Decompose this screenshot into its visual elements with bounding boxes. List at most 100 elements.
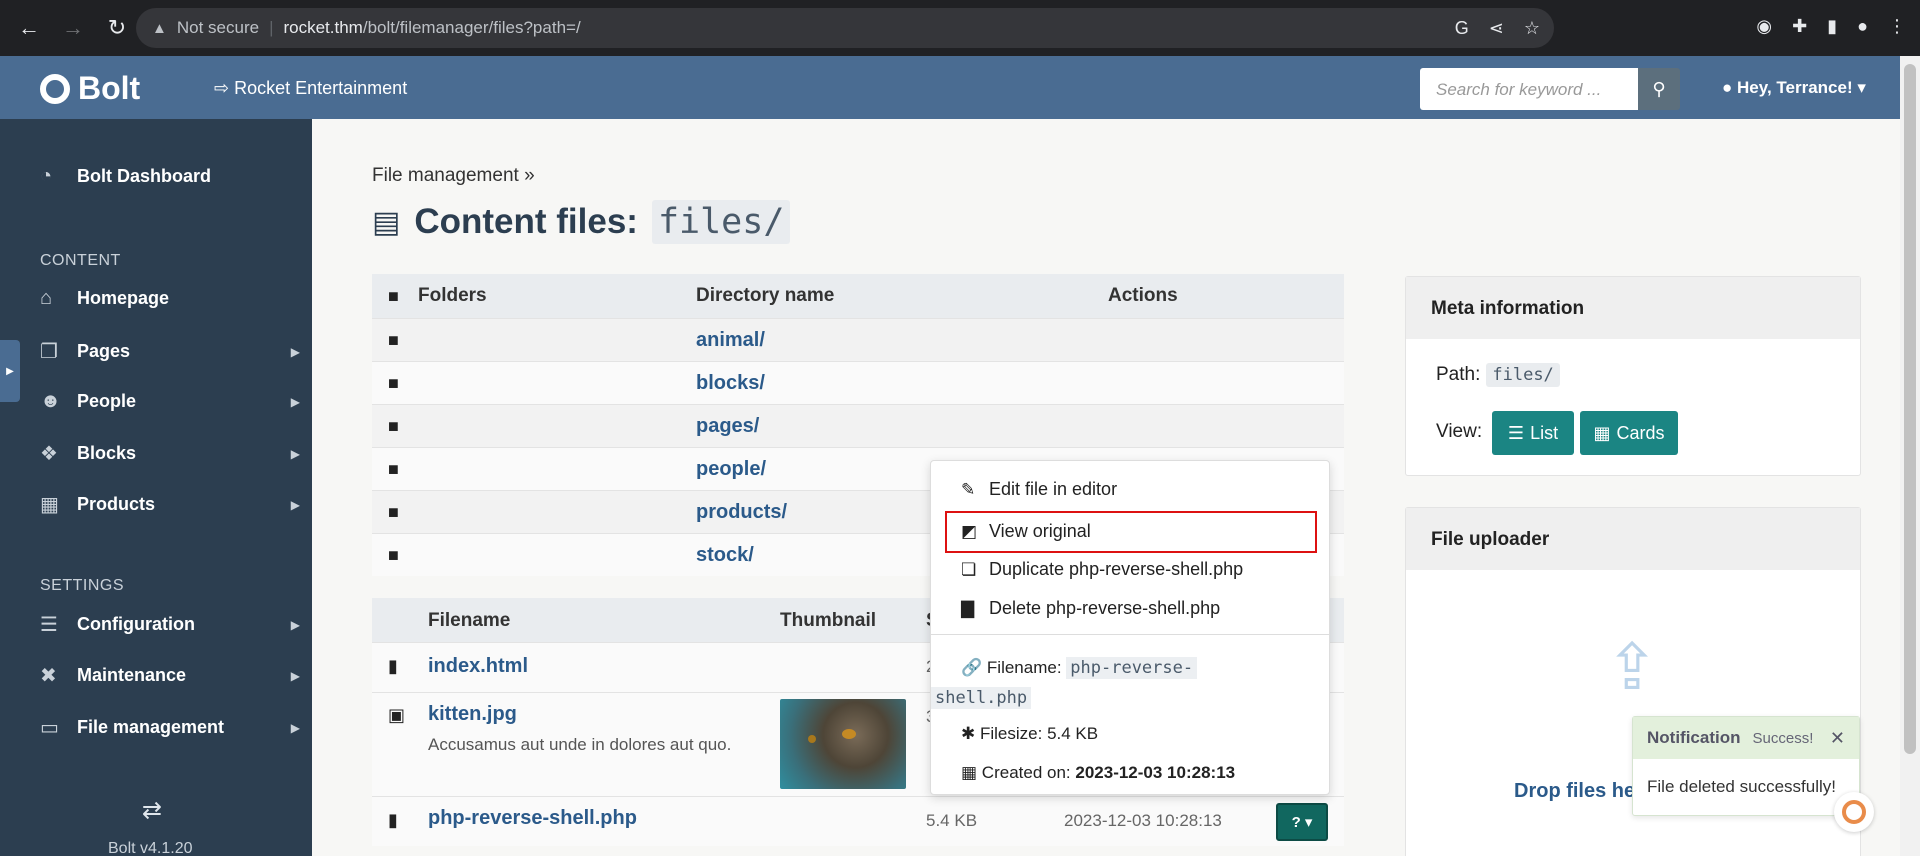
blocks-icon: ❖ [40, 443, 58, 465]
products-icon: ▦ [40, 494, 59, 516]
assistant-badge-icon[interactable] [1834, 792, 1874, 832]
meta-filename: 🔗 Filename: php-reverse- shell.php [931, 653, 1261, 713]
list-icon: ☰ [1507, 422, 1525, 443]
user-menu[interactable]: ● Hey, Terrance! ▾ [1722, 78, 1866, 98]
menu-delete[interactable]: ▇ Delete php-reverse-shell.php [961, 598, 1220, 619]
meta-value: php-reverse- [1066, 657, 1198, 679]
folder-link[interactable]: products/ [696, 501, 787, 524]
search-input[interactable]: Search for keyword ... [1420, 68, 1638, 110]
url-host: rocket.thm [283, 18, 363, 37]
folder-row[interactable]: ■ animal/ [372, 318, 1344, 361]
image-icon: ▣ [388, 705, 406, 725]
file-description: Accusamus aut unde in dolores aut quo. [428, 735, 732, 754]
brand-logo[interactable]: Bolt [40, 70, 140, 107]
breadcrumb[interactable]: File management » [372, 165, 535, 187]
folder-link[interactable]: stock/ [696, 544, 754, 567]
google-icon[interactable]: G [1455, 18, 1469, 39]
bookmark-star-icon[interactable]: ☆ [1524, 18, 1540, 39]
puzzle-icon[interactable]: ✚ [1792, 16, 1807, 37]
upload-icon[interactable]: ⇪ [1596, 630, 1668, 703]
meta-panel-title: Meta information [1406, 277, 1860, 339]
cards-view-button[interactable]: ▦ Cards [1580, 411, 1678, 455]
copy-icon: ❏ [961, 559, 977, 579]
extension-icon[interactable]: ◉ [1756, 16, 1772, 37]
folder-icon: ■ [388, 329, 399, 350]
header-directory: Directory name [696, 285, 835, 306]
menu-edit-file[interactable]: ✎ Edit file in editor [961, 479, 1117, 500]
folder-icon: ■ [388, 372, 399, 393]
kebab-menu-icon[interactable]: ⋮ [1888, 16, 1906, 37]
sidebar-item-file-management[interactable]: ▭ File management ▶ [40, 715, 300, 740]
meta-value: shell.php [931, 687, 1032, 709]
file-icon: ▮ [388, 656, 398, 676]
menu-duplicate[interactable]: ❏ Duplicate php-reverse-shell.php [961, 559, 1243, 580]
address-bar[interactable]: ▲ Not secure | rocket.thm /bolt/filemana… [136, 8, 1554, 48]
meta-label: Path: [1436, 364, 1481, 385]
close-icon[interactable]: ✕ [1830, 728, 1845, 749]
file-link[interactable]: kitten.jpg [428, 703, 517, 726]
home-icon: ⌂ [40, 287, 53, 309]
file-row[interactable]: ▮ php-reverse-shell.php 5.4 KB 2023-12-0… [372, 796, 1344, 846]
meta-label: Filename: [986, 658, 1062, 677]
share-icon[interactable]: ⋖ [1489, 18, 1504, 39]
site-link[interactable]: ⇨ Rocket Entertainment [214, 78, 407, 99]
sidebar-item-label: Homepage [77, 288, 170, 308]
sidebar-item-label: Configuration [77, 614, 195, 634]
menu-view-original[interactable]: ◩ View original [961, 521, 1091, 542]
version-label: Bolt v4.1.20 [108, 840, 193, 856]
meta-filesize: ✱ Filesize: 5.4 KB [961, 724, 1098, 744]
sidebar-item-configuration[interactable]: ☰ Configuration ▶ [40, 612, 300, 637]
file-link[interactable]: index.html [428, 655, 528, 678]
scrollbar-thumb[interactable] [1904, 64, 1916, 754]
profile-icon[interactable]: ● [1857, 16, 1868, 37]
forward-icon[interactable]: → [62, 15, 84, 41]
back-icon[interactable]: ← [18, 15, 40, 41]
file-actions-button[interactable]: ? ▾ [1276, 803, 1328, 841]
sidepanel-icon[interactable]: ▮ [1827, 16, 1837, 37]
sidebar-item-pages[interactable]: ❐ Pages ▶ [40, 339, 300, 364]
sidebar-item-products[interactable]: ▦ Products ▶ [40, 492, 300, 517]
meta-panel: Meta information Path: files/ View: ☰ Li… [1405, 276, 1861, 476]
meta-value: 5.4 KB [1047, 724, 1099, 743]
folder-row[interactable]: ■ blocks/ [372, 361, 1344, 404]
sidebar-item-label: Products [77, 494, 156, 514]
sidebar-item-maintenance[interactable]: ✖ Maintenance ▶ [40, 663, 300, 688]
sidebar-item-label: Blocks [77, 443, 137, 463]
page-scrollbar[interactable] [1900, 56, 1920, 856]
caret-right-icon: ▶ [290, 446, 300, 461]
view-label: View: [1436, 421, 1483, 442]
meta-label: Created on: [981, 763, 1071, 782]
url-path: /bolt/filemanager/files?path=/ [362, 18, 581, 37]
kitten-thumbnail[interactable] [780, 699, 906, 789]
file-icon: ▮ [388, 810, 398, 830]
grid-icon: ▦ [1593, 422, 1611, 443]
search-icon: ⚲ [1652, 78, 1666, 99]
sidebar-item-homepage[interactable]: ⌂ Homepage [40, 287, 300, 310]
sidebar-item-dashboard[interactable]: ◔ Bolt Dashboard [40, 165, 300, 188]
sidebar-item-people[interactable]: ☻ People ▶ [40, 390, 300, 413]
reload-icon[interactable]: ↻ [106, 15, 128, 41]
folder-link[interactable]: animal/ [696, 329, 765, 352]
folder-row[interactable]: ■ pages/ [372, 404, 1344, 447]
caret-right-icon: ▶ [290, 720, 300, 735]
search-button[interactable]: ⚲ [1638, 68, 1680, 110]
header-folders: Folders [418, 285, 487, 306]
sidebar-handle[interactable]: ▶ [0, 340, 20, 402]
caret-right-icon: ▶ [290, 394, 300, 409]
caret-right-icon: ▶ [290, 617, 300, 632]
folder-link[interactable]: blocks/ [696, 372, 765, 395]
swap-icon[interactable]: ⇄ [142, 796, 162, 825]
notification-header: Notification Success! ✕ [1633, 717, 1859, 759]
folder-link[interactable]: pages/ [696, 415, 759, 438]
folders-header: ■ Folders Directory name Actions [372, 274, 1344, 318]
sidebar-item-blocks[interactable]: ❖ Blocks ▶ [40, 441, 300, 466]
thumbnail-detail [808, 735, 816, 743]
list-view-button[interactable]: ☰ List [1492, 411, 1574, 455]
link-icon: 🔗 [961, 658, 983, 677]
file-link[interactable]: php-reverse-shell.php [428, 807, 637, 830]
pages-icon: ❐ [40, 341, 58, 363]
menu-label: Delete php-reverse-shell.php [989, 598, 1221, 618]
folder-link[interactable]: people/ [696, 458, 766, 481]
address-separator: | [269, 18, 274, 37]
sidebar-item-label: Pages [77, 341, 131, 361]
